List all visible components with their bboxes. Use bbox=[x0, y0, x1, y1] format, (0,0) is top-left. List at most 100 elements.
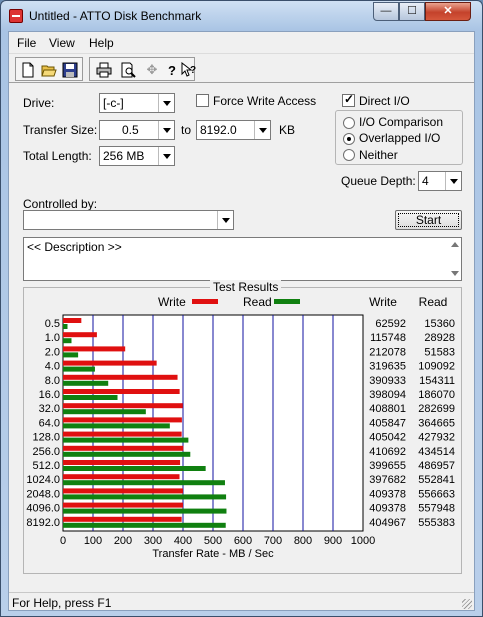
neither-label[interactable]: Neither bbox=[359, 148, 398, 162]
x-tick-label: 900 bbox=[324, 535, 342, 547]
direct-io-checkbox[interactable] bbox=[342, 92, 355, 107]
print-preview-icon[interactable] bbox=[118, 60, 138, 80]
read-value: 15360 bbox=[424, 318, 455, 330]
category-label: 16.0 bbox=[39, 389, 60, 401]
neither-radio[interactable] bbox=[343, 149, 355, 161]
write-value: 405042 bbox=[369, 432, 406, 444]
save-disk-icon[interactable] bbox=[60, 60, 80, 80]
x-tick-label: 0 bbox=[60, 535, 66, 547]
minimize-button[interactable]: — bbox=[373, 2, 399, 21]
results-title: Test Results bbox=[210, 280, 282, 294]
read-bar bbox=[63, 352, 79, 358]
write-bar bbox=[63, 460, 181, 465]
resize-grip-icon[interactable] bbox=[462, 599, 472, 609]
chevron-down-icon[interactable] bbox=[158, 121, 174, 139]
io-comparison-label[interactable]: I/O Comparison bbox=[359, 115, 443, 129]
write-bar bbox=[63, 374, 178, 380]
status-bar: For Help, press F1 bbox=[9, 592, 474, 611]
total-length-label: Total Length: bbox=[23, 149, 92, 163]
drive-label: Drive: bbox=[23, 96, 55, 110]
controlled-by-select[interactable] bbox=[23, 210, 234, 230]
write-value: 404967 bbox=[369, 517, 406, 529]
write-value: 398094 bbox=[369, 389, 406, 401]
window-title: Untitled - ATTO Disk Benchmark bbox=[29, 9, 202, 23]
move-icon[interactable]: ✥ bbox=[142, 60, 162, 80]
category-label: 64.0 bbox=[39, 417, 60, 429]
write-value: 408801 bbox=[369, 403, 406, 415]
write-bar bbox=[63, 488, 183, 494]
write-bar bbox=[63, 502, 183, 508]
chevron-down-icon[interactable] bbox=[254, 121, 270, 139]
open-folder-icon[interactable] bbox=[39, 60, 59, 80]
read-bar bbox=[63, 324, 68, 329]
drive-select[interactable]: [-c-] bbox=[99, 93, 175, 113]
toolbar-file-group bbox=[15, 57, 83, 81]
write-bar bbox=[63, 318, 82, 323]
legend-read-swatch bbox=[274, 299, 300, 304]
menu-help[interactable]: Help bbox=[89, 36, 114, 50]
read-bar bbox=[63, 409, 146, 415]
menu-file[interactable]: File bbox=[17, 36, 36, 50]
overlapped-io-label[interactable]: Overlapped I/O bbox=[359, 131, 440, 145]
read-bar bbox=[63, 437, 189, 443]
category-label: 0.5 bbox=[45, 318, 60, 330]
title-bar[interactable]: Untitled - ATTO Disk Benchmark — ☐ ✕ bbox=[1, 1, 482, 31]
overlapped-io-radio[interactable] bbox=[343, 133, 355, 145]
transfer-size-to-select[interactable]: 8192.0 bbox=[196, 120, 271, 140]
description-field[interactable]: << Description >> bbox=[23, 237, 462, 281]
x-tick-label: 600 bbox=[234, 535, 252, 547]
unit-label: KB bbox=[279, 123, 296, 137]
x-tick-label: 300 bbox=[144, 535, 162, 547]
read-value: 552841 bbox=[418, 474, 455, 486]
x-tick-label: 700 bbox=[264, 535, 282, 547]
print-icon[interactable] bbox=[94, 60, 114, 80]
category-label: 2.0 bbox=[45, 346, 60, 358]
scroll-up-icon[interactable] bbox=[451, 242, 459, 247]
read-bar bbox=[63, 451, 191, 457]
write-value: 409378 bbox=[369, 503, 406, 515]
menu-view[interactable]: View bbox=[49, 36, 75, 50]
legend-write-swatch bbox=[192, 299, 218, 304]
chevron-down-icon[interactable] bbox=[158, 94, 174, 112]
write-value: 405847 bbox=[369, 417, 406, 429]
close-button[interactable]: ✕ bbox=[425, 2, 471, 21]
write-bar bbox=[63, 474, 180, 480]
queue-depth-select[interactable]: 4 bbox=[418, 171, 462, 191]
category-label: 4.0 bbox=[45, 361, 60, 373]
transfer-size-label: Transfer Size: bbox=[23, 123, 98, 137]
force-write-access-checkbox[interactable] bbox=[196, 94, 209, 107]
io-comparison-radio[interactable] bbox=[343, 117, 355, 129]
legend-write-label: Write bbox=[158, 295, 186, 309]
start-button[interactable]: Start bbox=[395, 210, 462, 230]
maximize-button[interactable]: ☐ bbox=[399, 2, 425, 21]
transfer-size-from-select[interactable]: 0.5 bbox=[99, 120, 175, 140]
read-bar bbox=[63, 380, 109, 386]
read-bar bbox=[63, 466, 206, 471]
chevron-down-icon[interactable] bbox=[217, 211, 233, 229]
read-bar bbox=[63, 338, 72, 344]
write-value: 399655 bbox=[369, 460, 406, 472]
table-header-read: Read bbox=[419, 295, 448, 309]
category-label: 8.0 bbox=[45, 375, 60, 387]
chevron-down-icon[interactable] bbox=[445, 172, 461, 190]
x-tick-label: 400 bbox=[174, 535, 192, 547]
context-help-icon[interactable]: ? bbox=[178, 60, 198, 80]
read-bar bbox=[63, 480, 225, 486]
chevron-down-icon[interactable] bbox=[158, 147, 174, 165]
total-length-select[interactable]: 256 MB bbox=[99, 146, 175, 166]
direct-io-label[interactable]: Direct I/O bbox=[359, 94, 410, 108]
x-tick-label: 1000 bbox=[351, 535, 375, 547]
scroll-down-icon[interactable] bbox=[451, 271, 459, 276]
new-file-icon[interactable] bbox=[18, 60, 38, 80]
read-value: 555383 bbox=[418, 517, 455, 529]
app-window: Untitled - ATTO Disk Benchmark — ☐ ✕ Fil… bbox=[0, 0, 483, 617]
category-label: 128.0 bbox=[32, 432, 60, 444]
description-text: << Description >> bbox=[27, 240, 122, 254]
write-bar bbox=[63, 431, 182, 437]
x-axis-title: Transfer Rate - MB / Sec bbox=[152, 548, 274, 560]
force-write-access-label[interactable]: Force Write Access bbox=[213, 94, 316, 108]
read-value: 154311 bbox=[419, 375, 455, 387]
category-label: 512.0 bbox=[32, 460, 60, 472]
read-value: 282699 bbox=[418, 403, 455, 415]
write-bar bbox=[63, 360, 157, 366]
